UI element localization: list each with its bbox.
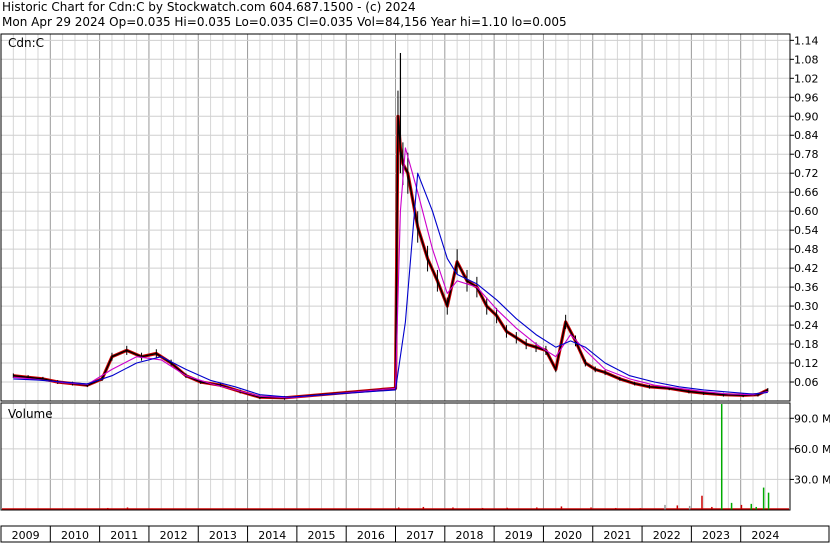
price-tick-label: 0.36 (794, 281, 819, 294)
chart-header: Historic Chart for Cdn:C by Stockwatch.c… (2, 0, 567, 30)
year-tick-label: 2020 (554, 529, 582, 542)
price-tick-label: 1.14 (794, 34, 819, 47)
volume-bar (762, 487, 765, 510)
price-y-ticks: 0.06 0.12 0.18 0.24 0.30 0.36 0.42 0.48 0.54 0.60… (790, 34, 819, 389)
year-tick-label: 2013 (209, 529, 237, 542)
year-tick-label: 2024 (751, 529, 779, 542)
volume-bar (676, 505, 679, 510)
year-tick-label: 2018 (455, 529, 483, 542)
volume-tick-label: 90.0 M (794, 412, 830, 425)
price-tick-label: 0.90 (794, 110, 819, 123)
price-tick-label: 0.78 (794, 148, 819, 161)
year-tick-label: 2023 (702, 529, 730, 542)
price-panel-label: Cdn:C (8, 36, 44, 50)
price-tick-label: 0.84 (794, 129, 819, 142)
price-tick-label: 0.30 (794, 300, 819, 313)
price-tick-label: 0.66 (794, 186, 819, 199)
year-tick-label: 2010 (61, 529, 89, 542)
header-title: Historic Chart for Cdn:C by Stockwatch.c… (2, 0, 416, 14)
volume-bar (688, 505, 691, 510)
year-tick-label: 2009 (12, 529, 40, 542)
year-axis: 2009 2010 2011 2012 2013 2014 2015 2016 2017 2018… (12, 526, 779, 542)
stock-chart: 0.06 0.12 0.18 0.24 0.30 0.36 0.42 0.48 0.54 0.60… (0, 33, 830, 543)
volume-panel-label: Volume (8, 407, 53, 421)
year-tick-label: 2019 (505, 529, 533, 542)
price-tick-label: 1.08 (794, 53, 819, 66)
price-tick-label: 0.12 (794, 357, 819, 370)
price-tick-label: 0.54 (794, 224, 819, 237)
price-tick-label: 1.02 (794, 72, 819, 85)
year-tick-label: 2015 (308, 529, 336, 542)
year-tick-label: 2014 (258, 529, 286, 542)
header-quote: Mon Apr 29 2024 Op=0.035 Hi=0.035 Lo=0.0… (2, 15, 567, 29)
volume-bar (560, 506, 563, 510)
panel-frames (0, 33, 830, 543)
year-tick-label: 2017 (406, 529, 434, 542)
price-tick-label: 0.18 (794, 338, 819, 351)
year-tick-label: 2012 (160, 529, 188, 542)
volume-bar (664, 504, 666, 510)
volume-bar (767, 492, 770, 510)
year-tick-label: 2016 (357, 529, 385, 542)
price-tick-label: 0.60 (794, 205, 819, 218)
price-tick-label: 0.96 (794, 91, 819, 104)
volume-bar (740, 504, 743, 510)
price-tick-label: 0.48 (794, 243, 819, 256)
year-tick-label: 2021 (603, 529, 631, 542)
volume-y-ticks: 30.0 M 60.0 M 90.0 M (790, 412, 830, 486)
year-tick-label: 2022 (653, 529, 681, 542)
price-tick-label: 0.24 (794, 319, 819, 332)
volume-bar (720, 404, 723, 510)
price-tick-label: 0.06 (794, 376, 819, 389)
volume-bar (750, 503, 753, 510)
volume-bar (701, 495, 703, 510)
volume-tick-label: 30.0 M (794, 473, 830, 486)
volume-grid (1, 403, 790, 510)
volume-tick-label: 60.0 M (794, 443, 830, 456)
year-tick-label: 2011 (110, 529, 138, 542)
volume-bar (730, 502, 733, 510)
price-tick-label: 0.72 (794, 167, 819, 180)
price-tick-label: 0.42 (794, 262, 819, 275)
